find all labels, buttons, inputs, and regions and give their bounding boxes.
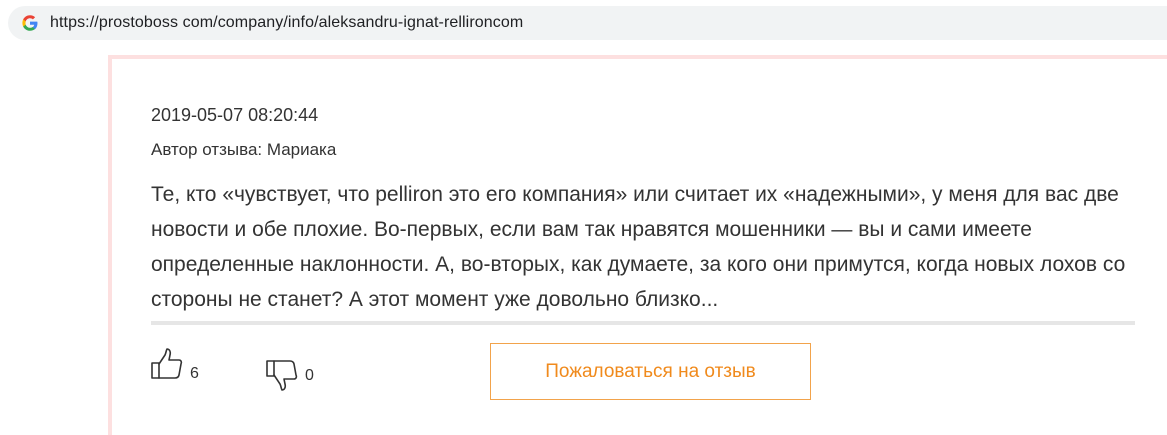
url-text[interactable]: https://prostoboss com/company/info/alek… [50, 14, 523, 32]
dislike-count: 0 [305, 366, 314, 384]
thumbs-up-icon [150, 347, 184, 386]
like-button[interactable]: 6 [150, 347, 199, 386]
address-bar[interactable]: https://prostoboss com/company/info/alek… [8, 6, 1167, 40]
thumbs-down-icon [265, 358, 299, 397]
review-author: Автор отзыва: Мариака [151, 140, 337, 159]
review-date: 2019-05-07 08:20:44 [151, 105, 319, 125]
google-icon [20, 13, 40, 33]
complain-button[interactable]: Пожаловаться на отзыв [490, 343, 811, 400]
divider [151, 321, 1135, 325]
like-count: 6 [190, 364, 199, 382]
review-text: Те, кто «чувствует, что pelliron это его… [151, 183, 1126, 311]
dislike-button[interactable]: 0 [265, 358, 314, 397]
